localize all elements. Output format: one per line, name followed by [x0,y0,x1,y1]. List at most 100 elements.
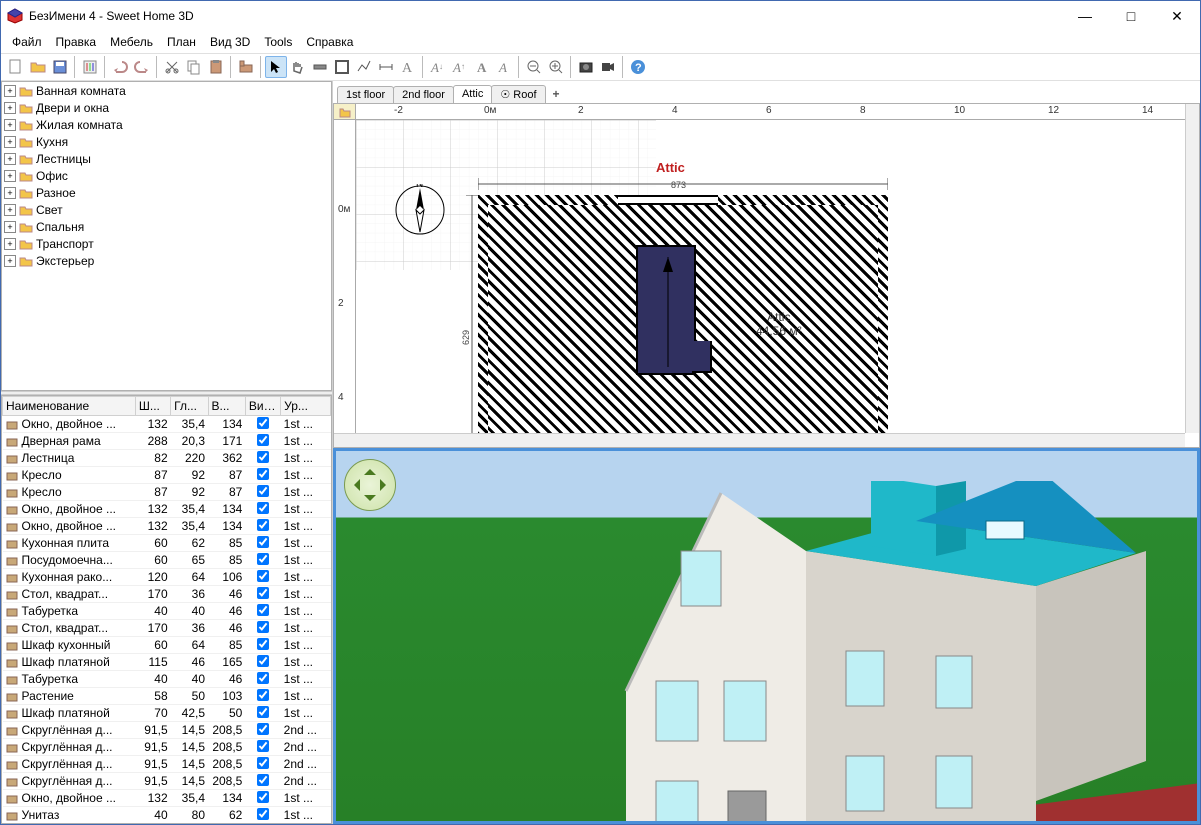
level-up-button[interactable]: A↑ [449,56,471,78]
zoom-in-button[interactable] [545,56,567,78]
visible-checkbox[interactable] [257,587,269,599]
col-width[interactable]: Ш... [135,397,170,416]
furniture-row[interactable]: Кресло8792871st ... [3,467,331,484]
level-down-button[interactable]: A↓ [427,56,449,78]
add-level-button[interactable]: + [545,85,568,103]
furniture-row[interactable]: Шкаф платяной115461651st ... [3,654,331,671]
expand-icon[interactable]: + [4,221,16,233]
expand-icon[interactable]: + [4,85,16,97]
catalog-item[interactable]: +Транспорт [2,235,331,252]
visible-checkbox[interactable] [257,451,269,463]
expand-icon[interactable]: + [4,136,16,148]
open-button[interactable] [27,56,49,78]
view-3d[interactable] [333,448,1200,824]
plan-hscroll[interactable] [334,433,1185,447]
visible-checkbox[interactable] [257,706,269,718]
furniture-row[interactable]: Кресло8792871st ... [3,484,331,501]
expand-icon[interactable]: + [4,255,16,267]
catalog-item[interactable]: +Свет [2,201,331,218]
visible-checkbox[interactable] [257,791,269,803]
new-button[interactable] [5,56,27,78]
furniture-row[interactable]: Скруглённая д...91,514,5208,52nd ... [3,739,331,756]
menu-tools[interactable]: Tools [257,33,299,51]
expand-icon[interactable]: + [4,187,16,199]
pan-tool[interactable] [287,56,309,78]
select-tool[interactable] [265,56,287,78]
menu-правка[interactable]: Правка [49,33,104,51]
tab-attic[interactable]: Attic [453,85,492,103]
catalog-item[interactable]: +Жилая комната [2,116,331,133]
minimize-button[interactable]: — [1062,1,1108,31]
visible-checkbox[interactable] [257,570,269,582]
menu-вид 3d[interactable]: Вид 3D [203,33,257,51]
furniture-row[interactable]: Табуретка4040461st ... [3,671,331,688]
undo-button[interactable] [109,56,131,78]
visible-checkbox[interactable] [257,672,269,684]
menu-файл[interactable]: Файл [5,33,49,51]
tab-☉-roof[interactable]: ☉ Roof [491,85,545,103]
furniture-row[interactable]: Скруглённая д...91,514,5208,52nd ... [3,722,331,739]
visible-checkbox[interactable] [257,434,269,446]
compass-icon[interactable]: N [394,184,446,236]
menu-мебель[interactable]: Мебель [103,33,160,51]
furniture-row[interactable]: Шкаф кухонный6064851st ... [3,637,331,654]
catalog-item[interactable]: +Лестницы [2,150,331,167]
bold-button[interactable]: A [471,56,493,78]
furniture-row[interactable]: Кухонная плита6062851st ... [3,535,331,552]
visible-checkbox[interactable] [257,757,269,769]
menu-план[interactable]: План [160,33,203,51]
cut-button[interactable] [161,56,183,78]
catalog-item[interactable]: +Двери и окна [2,99,331,116]
furniture-row[interactable]: Стол, квадрат...17036461st ... [3,586,331,603]
furniture-row[interactable]: Табуретка4040461st ... [3,603,331,620]
catalog-item[interactable]: +Спальня [2,218,331,235]
paste-button[interactable] [205,56,227,78]
visible-checkbox[interactable] [257,536,269,548]
visible-checkbox[interactable] [257,723,269,735]
close-button[interactable]: ✕ [1154,1,1200,31]
furniture-row[interactable]: Скруглённая д...91,514,5208,52nd ... [3,773,331,790]
expand-icon[interactable]: + [4,204,16,216]
furniture-row[interactable]: Окно, двойное ...13235,41341st ... [3,790,331,807]
tab-2nd-floor[interactable]: 2nd floor [393,86,454,103]
furniture-row[interactable]: Цилиндр1602600,71st ... [3,824,331,825]
col-level[interactable]: Ур... [281,397,331,416]
furniture-panel[interactable]: Наименование Ш... Гл... В... Вид... Ур..… [1,395,332,824]
visible-checkbox[interactable] [257,689,269,701]
visible-checkbox[interactable] [257,553,269,565]
furniture-row[interactable]: Унитаз4080621st ... [3,807,331,824]
catalog-item[interactable]: +Ванная комната [2,82,331,99]
save-button[interactable] [49,56,71,78]
plan-vscroll[interactable] [1185,104,1199,433]
col-height[interactable]: В... [208,397,245,416]
zoom-out-button[interactable] [523,56,545,78]
add-furniture-button[interactable] [235,56,257,78]
visible-checkbox[interactable] [257,485,269,497]
text-tool[interactable]: A [397,56,419,78]
furniture-row[interactable]: Стол, квадрат...17036461st ... [3,620,331,637]
expand-icon[interactable]: + [4,102,16,114]
expand-icon[interactable]: + [4,153,16,165]
wall-tool[interactable] [309,56,331,78]
visible-checkbox[interactable] [257,808,269,820]
help-button[interactable]: ? [627,56,649,78]
preferences-button[interactable] [79,56,101,78]
col-name[interactable]: Наименование [3,397,136,416]
furniture-row[interactable]: Кухонная рако...120641061st ... [3,569,331,586]
visible-checkbox[interactable] [257,638,269,650]
col-depth[interactable]: Гл... [171,397,208,416]
expand-icon[interactable]: + [4,238,16,250]
copy-button[interactable] [183,56,205,78]
col-visible[interactable]: Вид... [245,397,280,416]
visible-checkbox[interactable] [257,417,269,429]
visible-checkbox[interactable] [257,519,269,531]
expand-icon[interactable]: + [4,170,16,182]
visible-checkbox[interactable] [257,468,269,480]
nav-widget[interactable] [344,459,396,511]
furniture-row[interactable]: Растение58501031st ... [3,688,331,705]
plan-view[interactable]: -2 0м 2 4 6 8 10 12 14 0м 2 4 [333,103,1200,448]
furniture-row[interactable]: Посудомоечна...6065851st ... [3,552,331,569]
furniture-row[interactable]: Окно, двойное ...13235,41341st ... [3,518,331,535]
door-opening[interactable] [618,195,718,205]
catalog-item[interactable]: +Кухня [2,133,331,150]
